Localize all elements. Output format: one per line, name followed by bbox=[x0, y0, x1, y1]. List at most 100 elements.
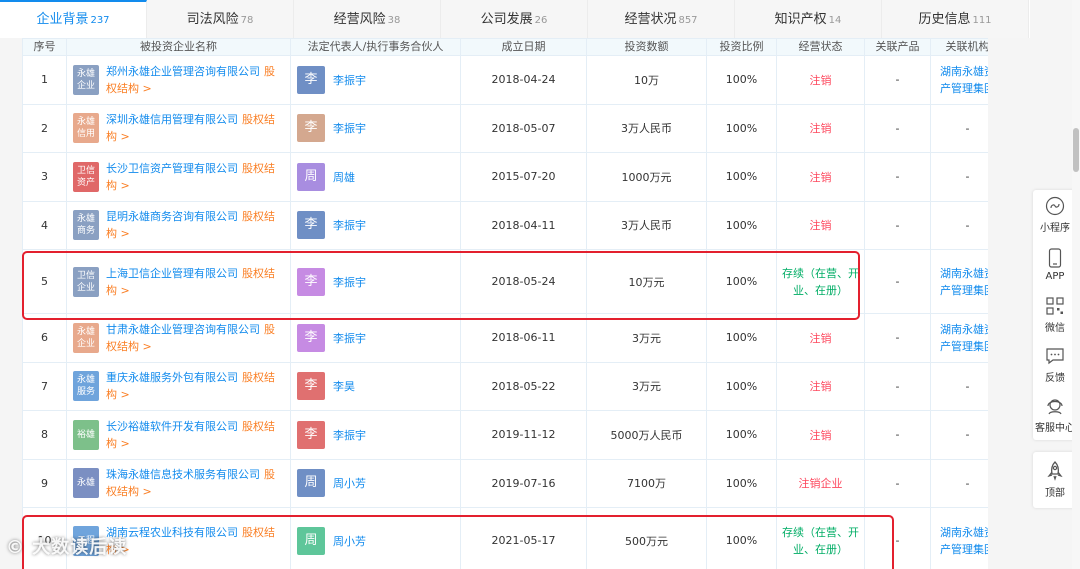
toolbar-item-label: 微信 bbox=[1045, 323, 1065, 334]
related-org: - bbox=[930, 200, 988, 250]
tab-3[interactable]: 公司发展 26 bbox=[441, 0, 588, 38]
tab-count: 38 bbox=[387, 15, 401, 26]
scrollbar-thumb[interactable] bbox=[1073, 128, 1079, 172]
investment-ratio: 100% bbox=[706, 410, 777, 460]
company-name-link[interactable]: 珠海永雄信息技术服务有限公司 bbox=[106, 468, 260, 481]
person-name-link[interactable]: 李振宇 bbox=[333, 330, 366, 346]
person-name-link[interactable]: 李振宇 bbox=[333, 72, 366, 88]
company-name-link[interactable]: 重庆永雄服务外包有限公司 bbox=[106, 371, 238, 384]
related-product: - bbox=[864, 200, 931, 250]
investment-table: 序号 被投资企业名称 法定代表人/执行事务合伙人 成立日期 投资数额 投资比例 经营状态 关联… bbox=[22, 38, 988, 569]
company: 永雄信用 深圳永雄信用管理有限公司 股权结构 > bbox=[73, 111, 284, 145]
company-name-wrap: 珠海永雄信息技术服务有限公司 股权结构 > bbox=[106, 466, 284, 500]
person-name-link[interactable]: 李振宇 bbox=[333, 217, 366, 233]
related-product: - bbox=[864, 361, 931, 411]
table-row: 10 云程 湖南云程农业科技有限公司 股权结构 > 周周小芳 2021-05-17 500万… bbox=[22, 507, 988, 569]
company-name-link[interactable]: 长沙卫信资产管理有限公司 bbox=[106, 162, 238, 175]
company: 永雄商务 昆明永雄商务咨询有限公司 股权结构 > bbox=[73, 208, 284, 242]
company-name-link[interactable]: 长沙裕雄软件开发有限公司 bbox=[106, 420, 238, 433]
avatar: 李 bbox=[297, 267, 325, 296]
related-product: - bbox=[864, 55, 931, 105]
person: 李李振宇 bbox=[297, 65, 454, 94]
toolbar-item-qrcode[interactable]: 微信 bbox=[1033, 290, 1077, 340]
company-name-link[interactable]: 上海卫信企业管理有限公司 bbox=[106, 267, 238, 280]
legal-rep-cell: 李李振宇 bbox=[290, 313, 461, 363]
toolbar-item-mini-program[interactable]: 小程序 bbox=[1033, 190, 1077, 240]
related-org[interactable]: 湖南永雄资产管理集团 bbox=[930, 507, 988, 569]
tab-label: 公司发展 bbox=[480, 12, 533, 27]
watermark: © 大数读后读 bbox=[6, 537, 128, 558]
person-name-link[interactable]: 李振宇 bbox=[333, 120, 366, 136]
company: 卫信资产 长沙卫信资产管理有限公司 股权结构 > bbox=[73, 160, 284, 194]
company-logo: 永雄商务 bbox=[73, 210, 99, 241]
tab-0[interactable]: 企业背景 237 bbox=[0, 0, 147, 38]
related-org[interactable]: 湖南永雄资产管理集团 bbox=[930, 55, 988, 105]
tab-1[interactable]: 司法风险 78 bbox=[147, 0, 294, 38]
person-name-link[interactable]: 周小芳 bbox=[333, 533, 366, 549]
tab-5[interactable]: 知识产权 14 bbox=[735, 0, 882, 38]
company-logo: 卫信资产 bbox=[73, 161, 99, 192]
person-name-link[interactable]: 李振宇 bbox=[333, 274, 366, 290]
company: 永雄企业 郑州永雄企业管理咨询有限公司 股权结构 > bbox=[73, 63, 284, 97]
related-org[interactable]: 湖南永雄资产管理集团 bbox=[930, 313, 988, 363]
company: 永雄企业 甘肃永雄企业管理咨询有限公司 股权结构 > bbox=[73, 321, 284, 355]
status-badge: 注销 bbox=[776, 200, 865, 250]
investment-amount: 3万元 bbox=[586, 313, 707, 363]
person-name-link[interactable]: 李振宇 bbox=[333, 427, 366, 443]
tab-label: 经营状况 bbox=[624, 12, 677, 27]
column-header: 关联机构 bbox=[930, 38, 988, 56]
tab-label: 经营风险 bbox=[333, 12, 386, 27]
investment-table-wrap: 序号 被投资企业名称 法定代表人/执行事务合伙人 成立日期 投资数额 投资比例 经营状态 关联… bbox=[22, 38, 988, 569]
table-row: 1 永雄企业 郑州永雄企业管理咨询有限公司 股权结构 > 李李振宇 2018-04-24 1… bbox=[22, 55, 988, 105]
avatar: 李 bbox=[297, 65, 325, 94]
company-cell: 永雄企业 甘肃永雄企业管理咨询有限公司 股权结构 > bbox=[66, 313, 291, 363]
related-product: - bbox=[864, 410, 931, 460]
column-header: 投资比例 bbox=[706, 38, 777, 56]
tab-4[interactable]: 经营状况 857 bbox=[588, 0, 735, 38]
person-name-link[interactable]: 李昊 bbox=[333, 378, 355, 394]
company-name-link[interactable]: 甘肃永雄企业管理咨询有限公司 bbox=[106, 323, 260, 336]
investment-amount: 10万元 bbox=[586, 249, 707, 314]
tab-count: 26 bbox=[534, 15, 548, 26]
avatar: 周 bbox=[297, 162, 325, 191]
legal-rep-cell: 李李振宇 bbox=[290, 249, 461, 314]
tab-2[interactable]: 经营风险 38 bbox=[294, 0, 441, 38]
company-name-wrap: 重庆永雄服务外包有限公司 股权结构 > bbox=[106, 369, 284, 403]
company-name-link[interactable]: 深圳永雄信用管理有限公司 bbox=[106, 113, 238, 126]
founded-date: 2018-05-22 bbox=[460, 361, 587, 411]
person-name-link[interactable]: 周雄 bbox=[333, 169, 355, 185]
company: 永雄服务 重庆永雄服务外包有限公司 股权结构 > bbox=[73, 369, 284, 403]
investment-amount: 7100万 bbox=[586, 458, 707, 508]
investment-ratio: 100% bbox=[706, 200, 777, 250]
company-logo: 卫信企业 bbox=[73, 266, 99, 297]
founded-date: 2018-05-07 bbox=[460, 103, 587, 153]
investment-ratio: 100% bbox=[706, 249, 777, 314]
toolbar-item-label: 反馈 bbox=[1045, 373, 1065, 384]
table-row: 3 卫信资产 长沙卫信资产管理有限公司 股权结构 > 周周雄 2015-07-20 1000… bbox=[22, 152, 988, 202]
mini-program-icon bbox=[1044, 196, 1066, 216]
related-org[interactable]: 湖南永雄资产管理集团 bbox=[930, 249, 988, 314]
related-product: - bbox=[864, 458, 931, 508]
company-name-link[interactable]: 郑州永雄企业管理咨询有限公司 bbox=[106, 65, 260, 78]
related-product: - bbox=[864, 313, 931, 363]
legal-rep-cell: 周周小芳 bbox=[290, 458, 461, 508]
status-badge: 注销 bbox=[776, 152, 865, 202]
avatar: 周 bbox=[297, 526, 325, 555]
back-to-top-button[interactable]: 顶部 bbox=[1033, 452, 1077, 508]
person-name-link[interactable]: 周小芳 bbox=[333, 475, 366, 491]
investment-ratio: 100% bbox=[706, 103, 777, 153]
legal-rep-cell: 李李振宇 bbox=[290, 103, 461, 153]
avatar: 李 bbox=[297, 372, 325, 401]
row-number: 3 bbox=[22, 152, 67, 202]
toolbar-item-headset[interactable]: 客服中心 bbox=[1033, 390, 1077, 440]
column-header: 关联产品 bbox=[864, 38, 931, 56]
tab-6[interactable]: 历史信息 111 bbox=[882, 0, 1029, 38]
investment-amount: 10万 bbox=[586, 55, 707, 105]
toolbar-item-label: 客服中心 bbox=[1035, 423, 1075, 434]
company-name-link[interactable]: 昆明永雄商务咨询有限公司 bbox=[106, 210, 238, 223]
toolbar-item-phone[interactable]: APP bbox=[1033, 240, 1077, 290]
company-cell: 卫信企业 上海卫信企业管理有限公司 股权结构 > bbox=[66, 249, 291, 314]
toolbar-item-chat[interactable]: 反馈 bbox=[1033, 340, 1077, 390]
row-number: 7 bbox=[22, 361, 67, 411]
page-scrollbar[interactable] bbox=[1072, 0, 1080, 569]
